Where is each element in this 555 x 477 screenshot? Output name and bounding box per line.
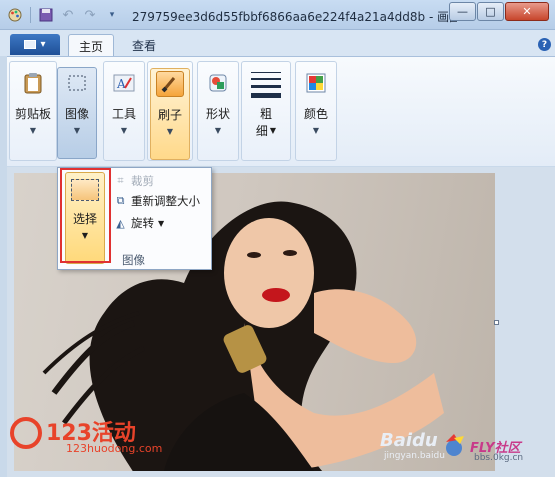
chevron-down-icon: ▼ [73, 126, 81, 135]
paint-app-icon[interactable] [6, 6, 24, 24]
watermark-123huodong: 123活动 123huodong.com [10, 415, 180, 459]
brushes-label: 刷子 [157, 108, 182, 122]
minimize-button[interactable]: — [449, 2, 476, 21]
chevron-down-icon: ▼ [269, 126, 277, 135]
chevron-down-icon: ▼ [312, 126, 320, 135]
brushes-button[interactable]: 刷子 ▼ [150, 68, 190, 160]
title-bar: ↶ ↷ ▾ 279759ee3d6d55fbbf6866aa6e224f4a21… [0, 0, 555, 30]
watermark-baidu-sub: jingyan.baidu [384, 451, 445, 461]
quick-access-toolbar: ↶ ↷ ▾ [6, 6, 121, 24]
group-colors: 颜色 ▼ [295, 61, 337, 161]
tools-icon: A [110, 70, 138, 96]
close-button[interactable]: ✕ [505, 2, 549, 21]
ribbon: 剪贴板 ▼ 图像 ▼ A 工具 ▼ 刷子 ▼ 形状 ▼ 粗 细 ▼ 颜色 ▼ [7, 56, 555, 166]
resize-label: 重新调整大小 [131, 194, 200, 208]
brush-icon [156, 71, 184, 97]
rotate-label: 旋转 [131, 216, 154, 230]
customize-arrow-icon[interactable]: ▾ [103, 6, 121, 24]
svg-text:A: A [116, 77, 126, 91]
maximize-button[interactable]: □ [477, 2, 504, 21]
qat-separator [30, 7, 31, 23]
shapes-button[interactable]: 形状 ▼ [198, 68, 238, 160]
tools-button[interactable]: A 工具 ▼ [104, 68, 144, 160]
line-thickness-icon [251, 72, 281, 98]
undo-icon[interactable]: ↶ [59, 6, 77, 24]
tab-home[interactable]: 主页 [68, 34, 115, 56]
size-label: 粗 [260, 106, 272, 122]
window-title: 279759ee3d6d55fbbf6866aa6e224f4a21a4dd8b… [132, 10, 457, 24]
shapes-icon [204, 70, 232, 96]
image-label: 图像 [64, 107, 89, 121]
group-size: 粗 细 ▼ [241, 61, 291, 161]
image-group-caption: 图像 [122, 253, 145, 267]
watermark-url: 123huodong.com [66, 442, 163, 455]
chevron-down-icon: ▼ [120, 126, 128, 135]
rotate-icon: ◭ [116, 216, 125, 230]
document-icon [24, 40, 37, 49]
tab-view[interactable]: 查看 [122, 34, 166, 56]
watermark-fly-sub: bbs.0kg.cn [474, 453, 524, 463]
resize-handle[interactable] [494, 320, 499, 325]
crop-label: 裁剪 [131, 174, 154, 188]
shapes-label: 形状 [205, 107, 230, 121]
group-image: 图像 ▼ [57, 61, 103, 161]
size-button[interactable]: 粗 细 ▼ [246, 68, 286, 160]
palette-icon [302, 70, 330, 96]
resize-menu-item[interactable]: ⧉ 重新调整大小 [114, 192, 200, 210]
tools-label: 工具 [111, 107, 136, 121]
group-brushes: 刷子 ▼ [147, 61, 193, 161]
save-icon[interactable] [37, 6, 55, 24]
crop-menu-item[interactable]: ⌗ 裁剪 [114, 172, 154, 190]
select-rectangle-icon [63, 70, 91, 96]
crop-icon: ⌗ [117, 174, 124, 187]
window-controls: — □ ✕ [449, 2, 549, 21]
group-clipboard: 剪贴板 ▼ [9, 61, 57, 161]
rotate-menu-item[interactable]: ◭ 旋转 ▼ [114, 214, 164, 232]
chevron-down-icon: ▼ [158, 218, 165, 228]
fly-logo-icon [446, 434, 464, 456]
size-label-row2: 细 ▼ [256, 122, 276, 139]
size-label-line2: 细 [255, 124, 268, 138]
size-label-line1: 粗 [259, 107, 272, 121]
group-tools: A 工具 ▼ [103, 61, 145, 161]
chevron-down-icon: ▼ [29, 126, 37, 135]
chevron-down-icon: ▼ [166, 127, 174, 136]
clipboard-button[interactable]: 剪贴板 ▼ [13, 68, 53, 160]
resize-icon: ⧉ [116, 194, 125, 207]
help-icon[interactable]: ? [538, 38, 551, 51]
chevron-down-icon: ▾ [40, 39, 46, 50]
redo-icon[interactable]: ↷ [81, 6, 99, 24]
clipboard-icon [19, 70, 47, 96]
colors-label: 颜色 [303, 107, 328, 121]
speech-bubble-logo-icon [10, 417, 42, 449]
colors-button[interactable]: 颜色 ▼ [296, 68, 336, 160]
ribbon-tabs: ▾ 主页 查看 ? [0, 30, 555, 56]
group-shapes: 形状 ▼ [197, 61, 239, 161]
paint-menu-button[interactable]: ▾ [10, 34, 60, 55]
watermark-baidu: Baidu [380, 430, 438, 451]
clipboard-label: 剪贴板 [14, 107, 51, 121]
chevron-down-icon: ▼ [214, 126, 222, 135]
highlight-annotation-box [60, 168, 111, 263]
image-button[interactable]: 图像 ▼ [57, 67, 97, 159]
